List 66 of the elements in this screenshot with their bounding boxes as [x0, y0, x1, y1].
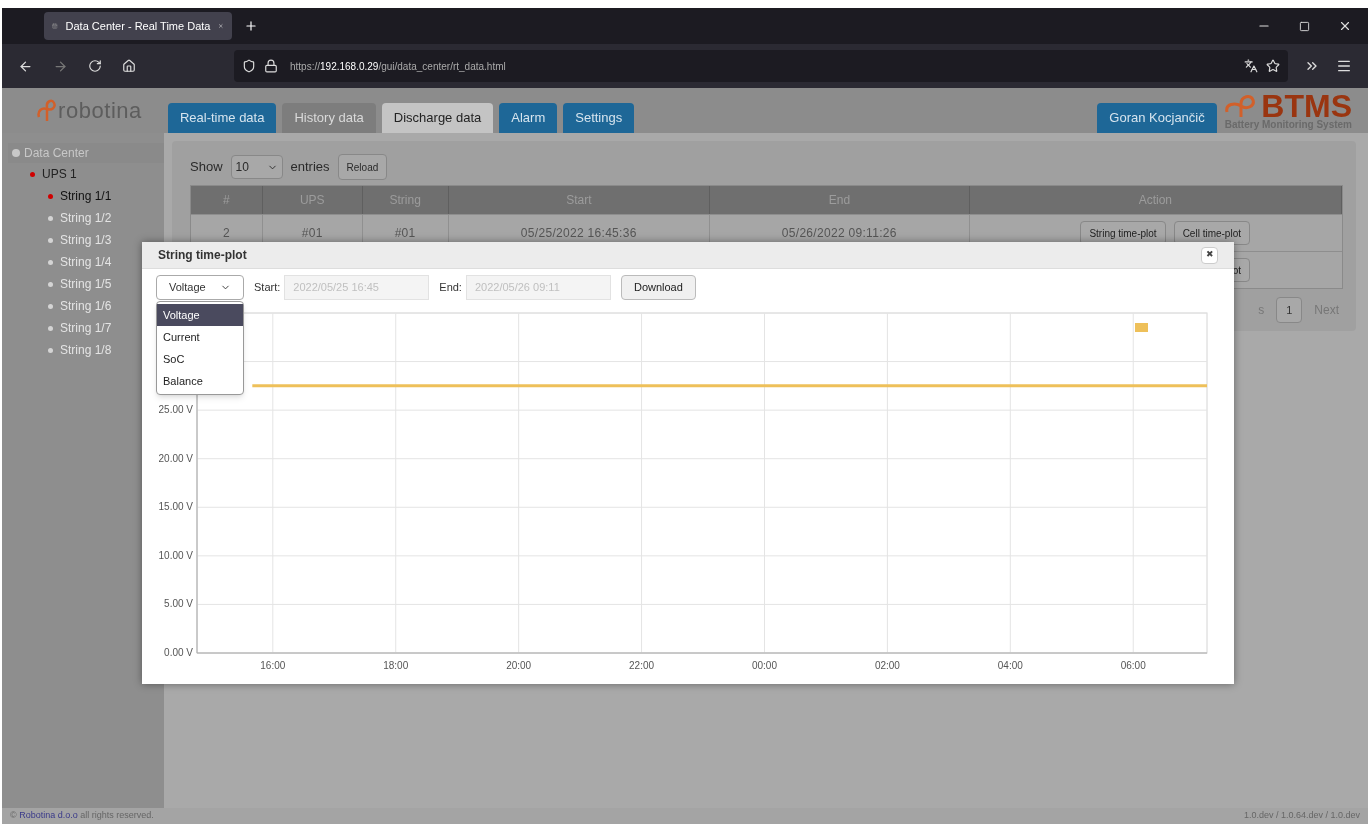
download-button[interactable]: Download	[620, 274, 696, 300]
x-axis-label: 00:00	[751, 660, 777, 671]
close-icon[interactable]	[1338, 19, 1352, 33]
entries-label: entries	[290, 158, 330, 177]
x-axis-label: 20:00	[506, 660, 532, 671]
table-cell-text: 2	[222, 225, 230, 242]
version-text: 1.0.dev / 1.0.64.dev / 1.0.dev	[1243, 809, 1360, 823]
y-axis-label: 25.00 V	[158, 404, 193, 416]
btms-wordmark: BTMS	[1261, 91, 1352, 120]
maximize-icon[interactable]	[1299, 20, 1310, 32]
company-link[interactable]: Robotina d.o.o	[19, 810, 78, 821]
menu-icon[interactable]	[1336, 58, 1352, 74]
lock-icon	[264, 59, 278, 73]
forward-icon[interactable]	[53, 58, 68, 74]
table-cell-text: #01	[301, 225, 323, 242]
tree-item[interactable]: UPS 1	[8, 163, 164, 185]
x-axis-label: 04:00	[997, 660, 1023, 671]
table-cell-text: 05/26/2022 09:11:26	[781, 225, 897, 242]
sidebar-title-text: Data Center	[24, 145, 89, 162]
y-axis-label: 15.00 V	[158, 501, 193, 513]
page-button[interactable]: 1	[1276, 297, 1303, 323]
y-axis-label: 5.00 V	[164, 598, 193, 610]
x-axis-label: 22:00	[629, 660, 655, 671]
nav-tab[interactable]: Settings	[563, 103, 635, 133]
dropdown-option[interactable]: Balance	[157, 370, 243, 392]
user-button[interactable]: Goran Kocjančič	[1097, 103, 1217, 133]
back-icon[interactable]	[18, 58, 33, 74]
tab-title: Data Center - Real Time Data	[65, 18, 211, 34]
tree-item[interactable]: String 1/2	[8, 207, 164, 229]
x-axis-label: 02:00	[874, 660, 900, 671]
nav-tab[interactable]: Discharge data	[381, 103, 494, 133]
table-cell-text: 05/25/2022 16:45:36	[520, 225, 637, 242]
y-axis-label: 20.00 V	[158, 452, 193, 464]
robotina-logo-icon	[36, 98, 58, 123]
start-label: Start:	[254, 279, 281, 295]
url-text: https://192.168.0.29/gui/data_center/rt_data.html	[290, 59, 506, 74]
reload-icon[interactable]	[88, 59, 102, 73]
nav-tab[interactable]: Alarm	[499, 103, 558, 133]
x-axis-label: 06:00	[1120, 660, 1146, 671]
action-button[interactable]: String time-plot	[1080, 221, 1166, 245]
table-cell-text: #01	[394, 225, 416, 242]
reload-button[interactable]: Reload	[337, 154, 388, 180]
x-axis-label: 18:00	[383, 660, 409, 671]
address-bar[interactable]: https://192.168.0.29/gui/data_center/rt_data.html	[234, 50, 1288, 82]
home-icon[interactable]	[122, 59, 136, 73]
action-button[interactable]: Cell time-plot	[1173, 221, 1250, 245]
y-axis-label: 0.00 V	[164, 647, 193, 658]
quantity-select[interactable]: Voltage	[156, 274, 244, 300]
calendar-icon	[52, 20, 58, 32]
show-label: Show	[190, 158, 223, 177]
page-size-select[interactable]: 10	[230, 155, 283, 179]
dropdown-option[interactable]: Voltage	[157, 304, 243, 326]
tree-node-icon	[12, 149, 20, 157]
nav-tab[interactable]: Real-time data	[167, 103, 277, 133]
translate-icon[interactable]	[1244, 59, 1258, 73]
btms-logo-icon	[1225, 93, 1258, 118]
legend-swatch	[1135, 323, 1148, 332]
close-button[interactable]: ✖	[1201, 246, 1218, 264]
shield-icon	[242, 59, 256, 73]
tree-item[interactable]: String 1/1	[8, 185, 164, 207]
bookmark-star-icon[interactable]	[1266, 59, 1280, 73]
y-axis-label: 10.00 V	[158, 549, 193, 561]
browser-tab[interactable]: Data Center - Real Time Data	[44, 12, 232, 40]
new-tab-icon[interactable]	[244, 19, 258, 33]
x-axis-label: 16:00	[260, 660, 286, 671]
end-label: End:	[439, 279, 462, 295]
